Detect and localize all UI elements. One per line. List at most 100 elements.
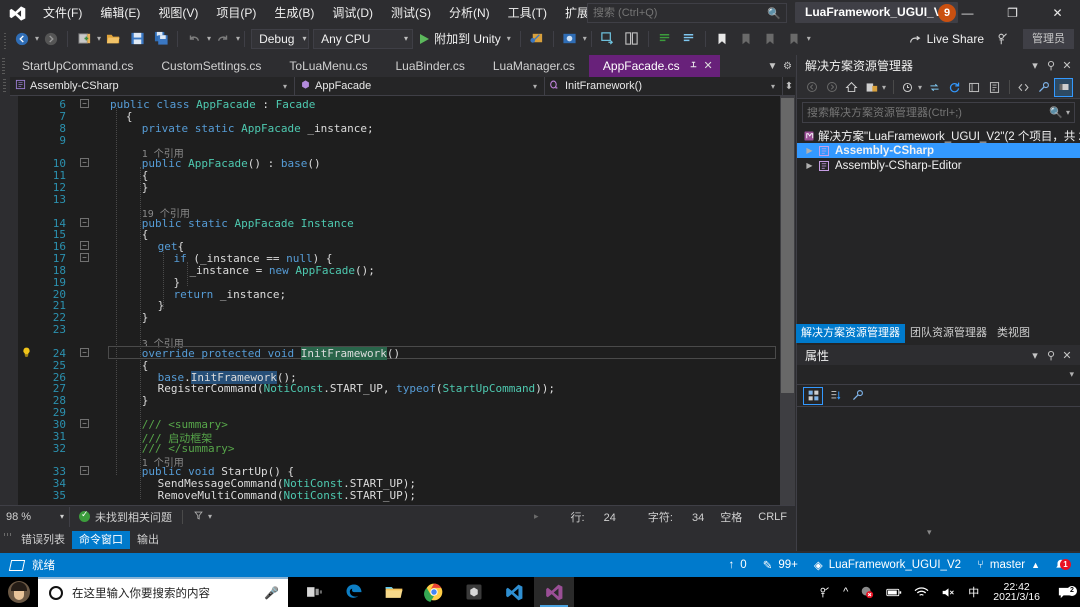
solution-explorer-search-input[interactable] xyxy=(803,106,1028,119)
chevron-down-icon[interactable]: ▾ xyxy=(1066,108,1074,117)
save-icon[interactable] xyxy=(126,28,148,50)
tab-toluamenu[interactable]: ToLuaMenu.cs xyxy=(275,55,381,77)
tab-appfacade[interactable]: AppFacade.cs ✕ xyxy=(588,55,720,77)
expander-icon[interactable]: ▶ xyxy=(803,146,816,155)
volume-muted-icon[interactable] xyxy=(935,586,962,599)
properties-icon[interactable] xyxy=(1034,78,1053,97)
quick-launch-search[interactable]: 🔍 xyxy=(587,3,787,23)
action-center-icon[interactable]: 2 xyxy=(1048,585,1080,600)
toolbar-grip[interactable] xyxy=(2,28,10,49)
properties-object-combo[interactable]: ▾ xyxy=(797,365,1080,385)
new-project-icon[interactable] xyxy=(73,28,95,50)
chrome-icon[interactable] xyxy=(414,577,454,607)
expander-icon[interactable]: ▶ xyxy=(803,161,816,170)
tab-solution-explorer[interactable]: 解决方案资源管理器 xyxy=(796,324,905,343)
code-line[interactable]: return _instance; xyxy=(174,288,287,301)
menu-debug[interactable]: 调试(D) xyxy=(323,0,382,26)
close-icon[interactable]: ✕ xyxy=(1059,59,1075,72)
fold-toggle-icon[interactable]: − xyxy=(80,253,89,263)
tree-row-solution[interactable]: 解决方案"LuaFramework_UGUI_V2"(2 个项目，共 2 个) xyxy=(797,128,1080,143)
attach-process-icon[interactable] xyxy=(526,28,548,50)
navbar-member-combo[interactable]: InitFramework() ▾ xyxy=(545,76,783,96)
tree-row-assembly-csharp-editor[interactable]: ▶ Assembly-CSharp-Editor xyxy=(797,158,1080,173)
pending-changes-icon[interactable] xyxy=(862,78,881,97)
properties-wrench-icon[interactable] xyxy=(847,387,867,405)
preview-selected-items-icon[interactable] xyxy=(1054,77,1074,97)
status-pending-edits[interactable]: ✎ 99+ xyxy=(755,553,806,577)
live-preview-dropdown-icon[interactable]: ▾ xyxy=(583,34,587,43)
pin-icon[interactable]: ⚲ xyxy=(1043,349,1059,362)
task-view-icon[interactable] xyxy=(294,577,334,607)
attach-to-unity-button[interactable]: 附加到 Unity ▾ xyxy=(415,28,516,50)
quick-actions-lightbulb-icon[interactable] xyxy=(21,347,33,359)
categorized-view-icon[interactable] xyxy=(803,386,823,405)
menu-project[interactable]: 项目(P) xyxy=(207,0,265,26)
alphabetical-view-icon[interactable] xyxy=(825,387,845,405)
live-preview-icon[interactable] xyxy=(559,28,581,50)
tab-command-window[interactable]: 命令窗口 xyxy=(72,531,130,549)
code-line[interactable]: private static AppFacade _instance; xyxy=(142,122,374,135)
tab-customsettings[interactable]: CustomSettings.cs xyxy=(147,55,275,77)
toolbar-overflow-icon[interactable]: ▾ xyxy=(807,34,811,43)
tab-luabinder[interactable]: LuaBinder.cs xyxy=(381,55,478,77)
new-project-dropdown-icon[interactable]: ▾ xyxy=(97,34,101,43)
menu-tools[interactable]: 工具(T) xyxy=(499,0,556,26)
menu-build[interactable]: 生成(B) xyxy=(265,0,323,26)
navbar-type-combo[interactable]: AppFacade ▾ xyxy=(295,76,545,96)
code-line[interactable]: { xyxy=(142,359,149,372)
code-editor[interactable]: 6− public class AppFacade : Facade 7{8 priv… xyxy=(0,96,795,505)
navigate-back-icon[interactable] xyxy=(11,28,33,50)
solution-config-combo[interactable]: Debug ▾ xyxy=(251,28,310,49)
collapse-all-icon[interactable] xyxy=(898,78,917,97)
live-share-button[interactable]: Live Share xyxy=(901,28,991,50)
status-repository[interactable]: ◈ LuaFramework_UGUI_V2 xyxy=(806,553,969,577)
code-line[interactable]: RegisterCommand(NotiConst.START_UP, type… xyxy=(158,382,555,395)
fold-toggle-icon[interactable]: − xyxy=(80,158,89,168)
chevron-down-icon[interactable]: ▾ xyxy=(882,83,886,92)
code-line[interactable]: public AppFacade() : base() xyxy=(142,157,321,170)
uncomment-lines-icon[interactable] xyxy=(678,28,700,50)
tab-error-list[interactable]: 错误列表 xyxy=(14,531,72,549)
editor-code-area[interactable]: 6− public class AppFacade : Facade 7{8 priv… xyxy=(0,96,795,505)
save-all-icon[interactable] xyxy=(150,28,172,50)
code-line[interactable]: public static AppFacade Instance xyxy=(142,217,354,230)
back-dropdown-icon[interactable]: ▾ xyxy=(35,34,39,43)
close-button[interactable]: ✕ xyxy=(1035,0,1080,26)
tab-luamanager[interactable]: LuaManager.cs xyxy=(479,55,589,77)
antivirus-icon[interactable] xyxy=(854,585,880,599)
status-unpushed-changes[interactable]: ↑ 0 xyxy=(721,553,755,577)
code-line[interactable]: { xyxy=(126,110,133,123)
fold-toggle-icon[interactable]: − xyxy=(80,99,89,108)
fold-toggle-icon[interactable]: − xyxy=(80,418,89,428)
taskbar-clock[interactable]: 22:42 2021/3/16 xyxy=(985,582,1048,603)
navbar-grip[interactable] xyxy=(0,76,10,96)
navbar-project-combo[interactable]: Assembly-CSharp ▾ xyxy=(10,76,295,96)
bookmark-icon[interactable] xyxy=(711,28,733,50)
maximize-button[interactable]: ❐ xyxy=(990,0,1035,26)
menu-test[interactable]: 测试(S) xyxy=(382,0,440,26)
battery-icon[interactable] xyxy=(880,586,908,599)
chevron-down-icon[interactable]: ▾ xyxy=(918,83,922,92)
menu-edit[interactable]: 编辑(E) xyxy=(91,0,149,26)
fold-toggle-icon[interactable]: − xyxy=(80,241,89,251)
editor-vertical-scrollbar[interactable] xyxy=(780,96,795,505)
chevron-down-icon[interactable]: ▾ xyxy=(1027,349,1043,362)
pin-icon[interactable]: ⚲ xyxy=(1043,59,1059,72)
insert-mode-status[interactable]: 空格 xyxy=(720,509,742,525)
show-all-files-alt-icon[interactable] xyxy=(985,78,1004,97)
show-hidden-icons-icon[interactable]: ^ xyxy=(837,586,854,598)
step-into-icon[interactable] xyxy=(597,28,619,50)
unity-icon[interactable] xyxy=(454,577,494,607)
status-notifications[interactable]: 1 xyxy=(1048,558,1074,572)
code-line[interactable]: } xyxy=(142,311,149,324)
visual-studio-icon[interactable] xyxy=(534,577,574,607)
editor-scrollbar-thumb[interactable] xyxy=(781,98,794,393)
file-explorer-icon[interactable] xyxy=(374,577,414,607)
issue-filter-icon[interactable] xyxy=(193,510,204,524)
tab-output[interactable]: 输出 xyxy=(130,531,166,549)
avatar[interactable] xyxy=(0,577,38,607)
wifi-icon[interactable] xyxy=(908,586,935,599)
tabstrip-grip[interactable] xyxy=(0,55,8,77)
tree-row-assembly-csharp[interactable]: ▶ Assembly-CSharp xyxy=(797,143,1080,158)
chevron-down-icon[interactable]: ▾ xyxy=(927,527,932,538)
